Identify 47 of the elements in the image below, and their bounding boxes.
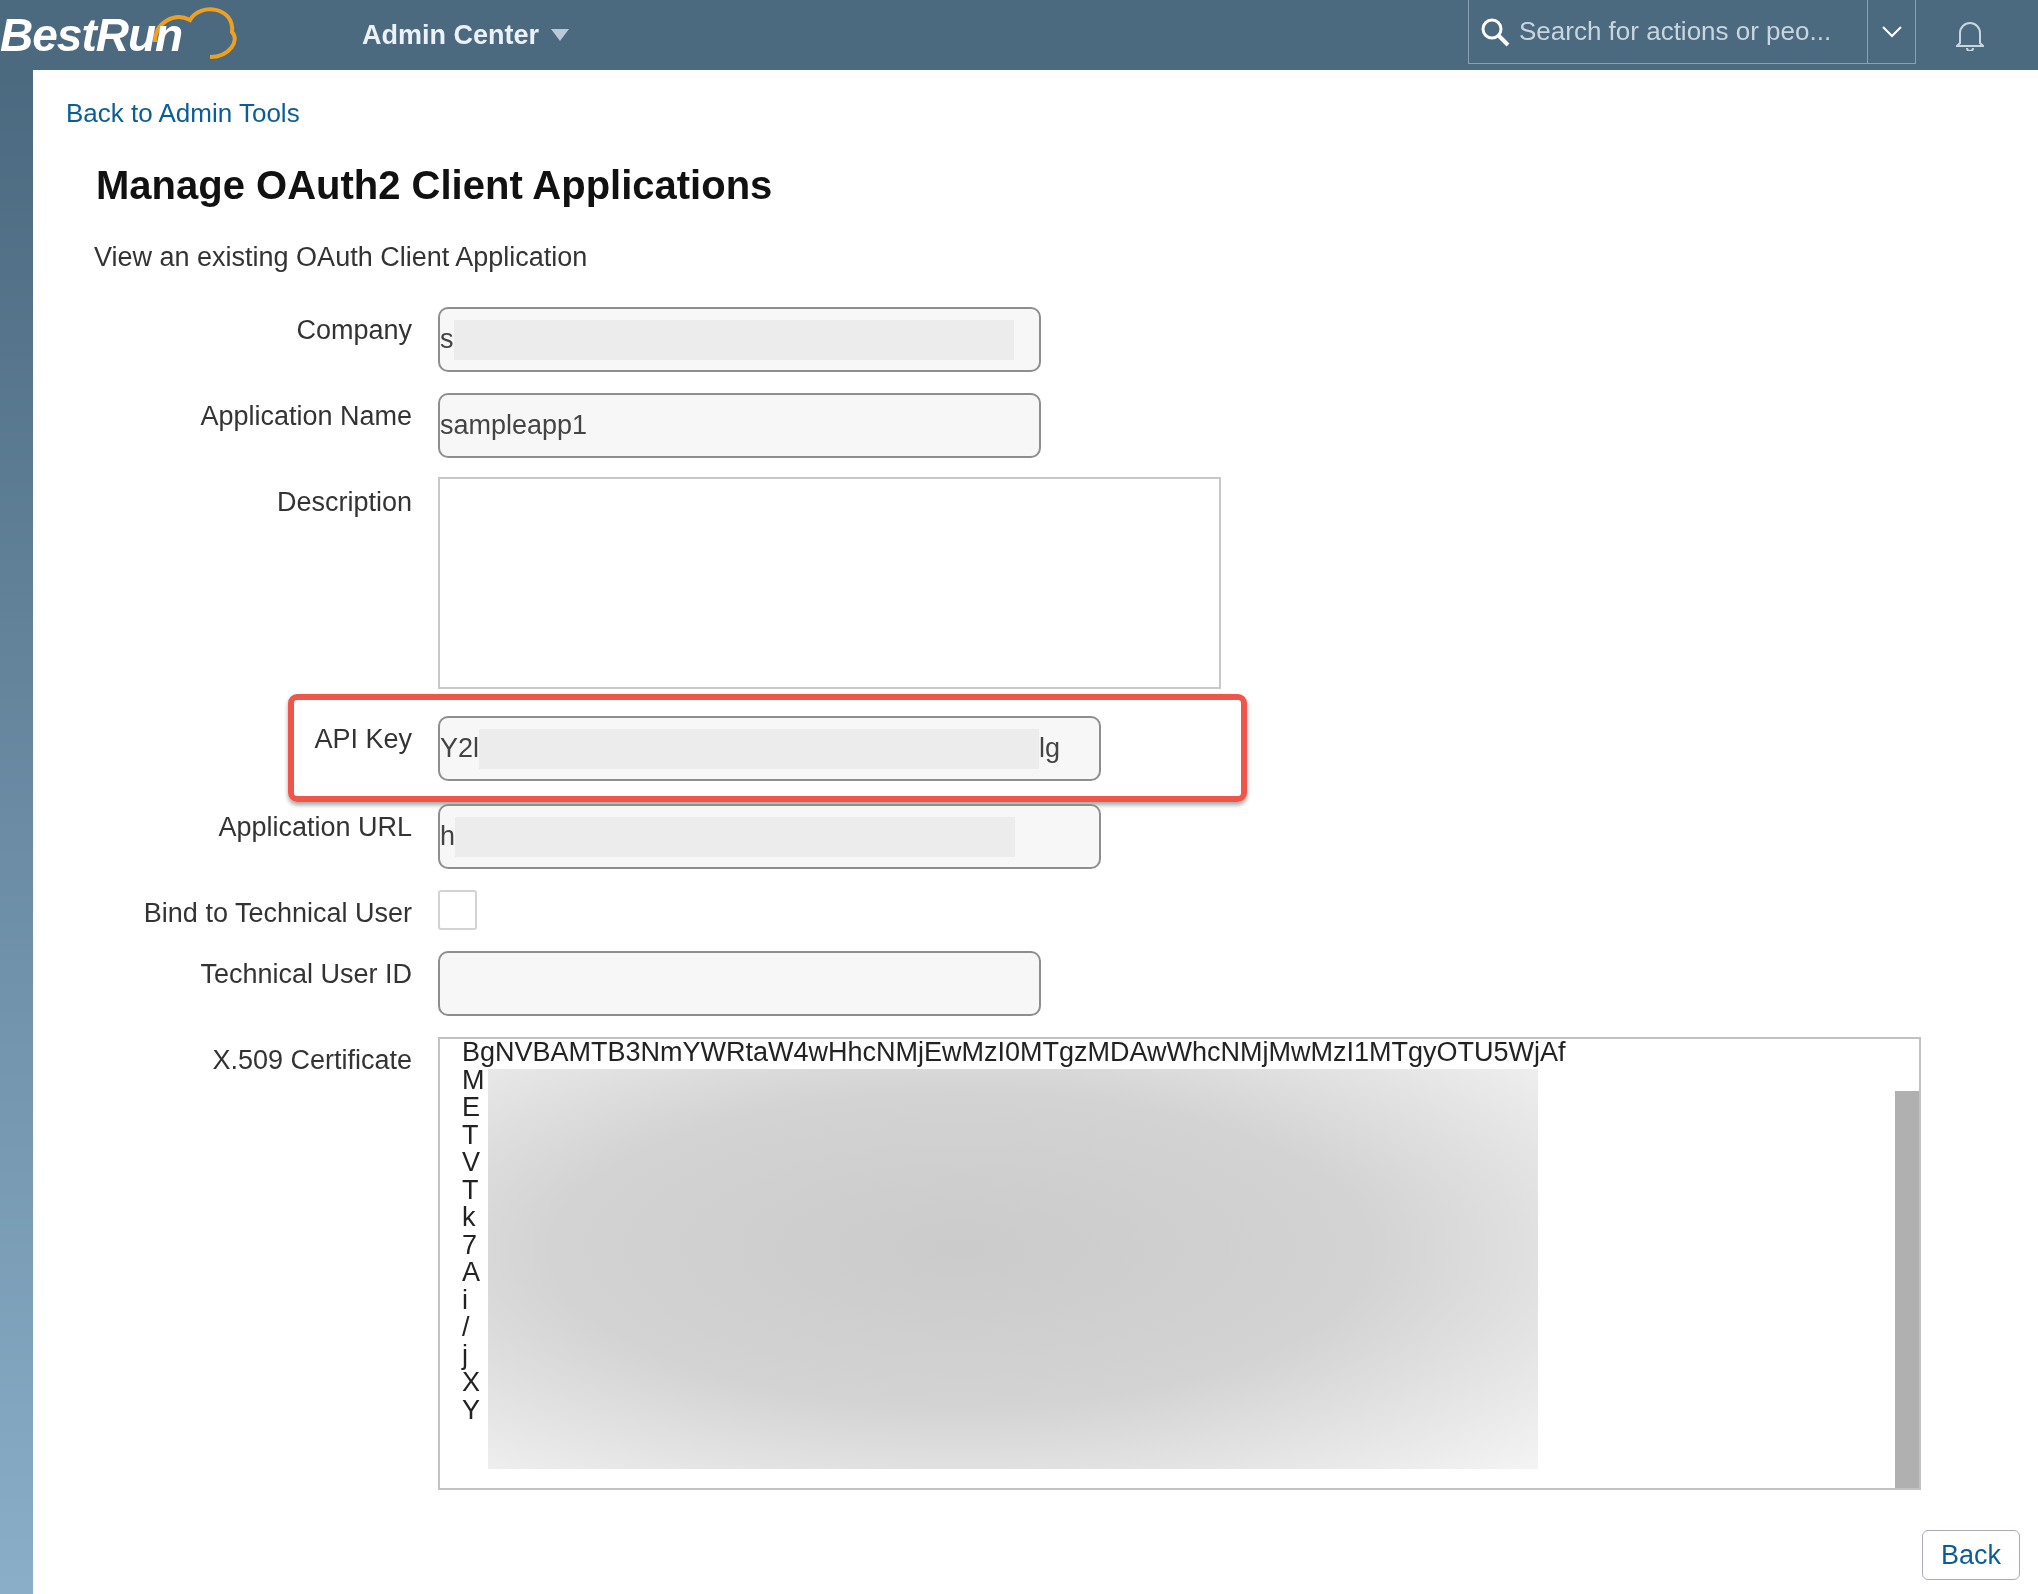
text-field[interactable]: s — [438, 307, 1041, 372]
module-menu[interactable]: Admin Center — [362, 19, 570, 51]
certificate-line: k — [462, 1204, 477, 1232]
checkbox[interactable] — [438, 890, 477, 930]
field-value: lg — [1039, 733, 1061, 764]
search-field[interactable]: Search for actions or peo... — [1468, 0, 1916, 64]
field-label: API Key — [313, 723, 412, 755]
back-button[interactable]: Back — [1921, 1530, 2020, 1580]
field-value: Y2l — [440, 733, 480, 764]
field-label: Bind to Technical User — [142, 897, 412, 929]
certificate-line: 7 — [462, 1231, 479, 1259]
caret-icon — [551, 29, 570, 41]
text-field[interactable] — [438, 951, 1041, 1016]
text-field[interactable]: h — [438, 804, 1101, 869]
text-field[interactable]: sampleapp1 — [438, 393, 1041, 458]
certificate-line: A — [462, 1259, 481, 1287]
field-value: h — [440, 821, 456, 852]
bell-icon — [1956, 19, 1984, 51]
scrollbar[interactable] — [1895, 1091, 1919, 1488]
field-label: Application URL — [217, 811, 412, 843]
certificate-line: E — [462, 1094, 481, 1122]
certificate-line: BgNVBAMTB3NmYWRtaW4wHhcNMjEwMzI0MTgzMDAwWhcNMjMwMzI1MTgyOTU5WjAf — [462, 1039, 1567, 1067]
certificate-line: i — [462, 1286, 469, 1314]
certificate-field[interactable]: BgNVBAMTB3NmYWRtaW4wHhcNMjEwMzI0MTgzMDAwWhcNMjMwMzI1MTgyOTU5WjAf M E T V T k 7 A i / j X Y — [438, 1037, 1921, 1490]
field-value: s — [440, 324, 454, 355]
text-field[interactable]: Y2l lg — [438, 716, 1101, 781]
page-title: Manage OAuth2 Client Applications — [96, 163, 774, 208]
certificate-line: Y — [462, 1396, 481, 1424]
page-subtitle: View an existing OAuth Client Application — [94, 242, 589, 273]
certificate-line: M — [462, 1066, 485, 1094]
certificate-line: j — [462, 1341, 469, 1369]
certificate-line: X — [462, 1369, 481, 1397]
logo: BestRun — [0, 8, 183, 62]
certificate-line: T — [462, 1176, 480, 1204]
field-value: sampleapp1 — [440, 410, 588, 441]
field-label: X.509 Certificate — [211, 1044, 412, 1076]
certificate-line: / — [462, 1314, 471, 1342]
field-label: Application Name — [199, 400, 412, 432]
chevron-icon — [1881, 25, 1902, 38]
field-label: Company — [295, 314, 412, 346]
field-label: Description — [275, 486, 412, 518]
back-link[interactable]: Back to Admin Tools — [66, 98, 300, 128]
certificate-line: V — [462, 1149, 481, 1177]
field-label: Technical User ID — [199, 958, 412, 990]
certificate-line: T — [462, 1121, 480, 1149]
description-field[interactable] — [438, 477, 1221, 689]
search-input[interactable]: Search for actions or peo... — [1511, 0, 1867, 63]
